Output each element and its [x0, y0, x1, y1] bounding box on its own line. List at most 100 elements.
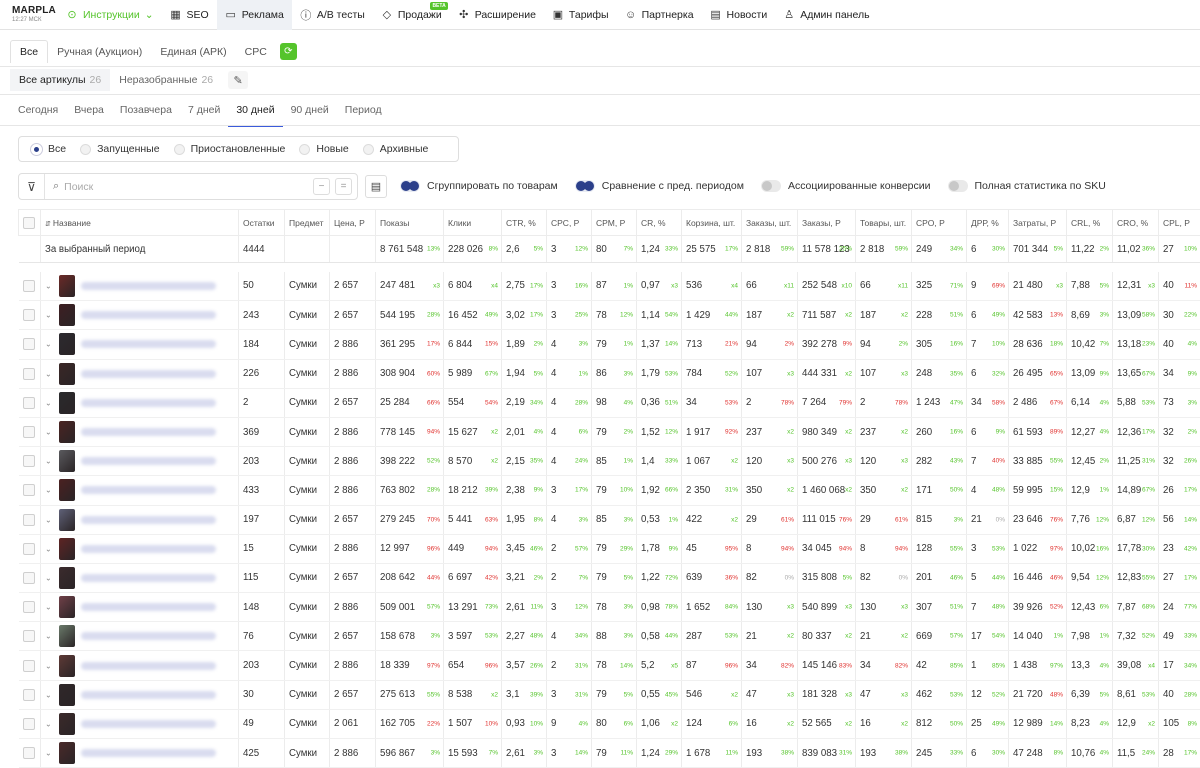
column-header[interactable]: CPO, Р [912, 210, 967, 236]
column-header[interactable]: CPC, Р [547, 210, 592, 236]
row-checkbox[interactable] [23, 397, 35, 409]
product-cell[interactable]: ⌄ [41, 330, 239, 359]
column-header[interactable]: CPM, Р [592, 210, 637, 236]
chevron-down-icon[interactable]: ⌄ [45, 486, 54, 495]
toggle-option[interactable]: Сгруппировать по товарам [400, 180, 558, 192]
column-header[interactable]: Цена, Р [330, 210, 376, 236]
toggle-switch[interactable] [575, 180, 595, 192]
chevron-down-icon[interactable]: ⌄ [45, 398, 54, 407]
table-row[interactable]: ⌄ 425Сумки2 886596 8673%15 5937%2,613%31… [19, 739, 1200, 768]
product-cell[interactable]: ⌄ [41, 739, 239, 768]
chevron-down-icon[interactable]: ⌄ [45, 515, 54, 524]
row-checkbox[interactable] [23, 368, 35, 380]
refresh-icon[interactable]: ⟳ [280, 43, 297, 60]
table-row[interactable]: ⌄ 203Сумки2 88618 33997%65496%3,5726%231… [19, 651, 1200, 680]
export-document-icon[interactable]: ▤ [365, 175, 387, 198]
row-checkbox[interactable] [23, 514, 35, 526]
row-checkbox[interactable] [23, 630, 35, 642]
product-cell[interactable]: ⌄ [41, 622, 239, 651]
tab-unsorted[interactable]: Неразобранные26 [110, 69, 222, 91]
chevron-down-icon[interactable]: ⌄ [45, 311, 54, 320]
chevron-down-icon[interactable]: ⌄ [45, 749, 54, 758]
table-row[interactable]: ⌄ 226Сумки2 886308 90460%5 98967%1,945%4… [19, 359, 1200, 388]
search-input[interactable]: Поиск [64, 181, 313, 193]
chevron-down-icon[interactable]: ⌄ [45, 428, 54, 437]
table-row[interactable]: ⌄ 76Сумки2 657158 6783%3 59753%2,2748%43… [19, 622, 1200, 651]
nav-ab-tests[interactable]: ⓘA/B тесты [292, 0, 373, 30]
column-header[interactable]: CRL, % [1067, 210, 1113, 236]
tab-period[interactable]: 7 дней [180, 100, 228, 127]
tab-period[interactable]: Сегодня [10, 100, 66, 127]
row-checkbox[interactable] [23, 338, 35, 350]
nav-instructions[interactable]: ⊙Инструкции ⌄ [58, 0, 162, 30]
toggle-option[interactable]: Полная статистика по SKU [948, 180, 1106, 192]
chevron-down-icon[interactable]: ⌄ [45, 719, 54, 728]
pencil-icon[interactable]: ✎ [228, 71, 248, 89]
chevron-down-icon[interactable]: ⌄ [45, 544, 54, 553]
product-cell[interactable]: ⌄ [41, 505, 239, 534]
brand-logo[interactable]: MARPLA 12:27 МСК [0, 6, 58, 23]
column-header[interactable]: ⇵ Название [41, 210, 239, 236]
status-radio[interactable]: Архивные [363, 143, 429, 155]
status-radio[interactable]: Новые [299, 143, 348, 155]
nav-tariffs[interactable]: ▣Тарифы [544, 0, 617, 30]
row-checkbox[interactable] [23, 543, 35, 555]
nav-partners[interactable]: ☺Партнерка [617, 0, 702, 30]
row-checkbox[interactable] [23, 484, 35, 496]
table-row[interactable]: ⌄ 15Сумки2 88612 99796%44994%3,4546%257%… [19, 534, 1200, 563]
row-checkbox[interactable] [23, 455, 35, 467]
table-row[interactable]: ⌄ 148Сумки2 886509 00157%13 29173%2,6111… [19, 593, 1200, 622]
row-checkbox[interactable] [23, 689, 35, 701]
table-row[interactable]: ⌄ 433Сумки2 886763 80228%18 21239%2,389%… [19, 476, 1200, 505]
tab-period[interactable]: Вчера [66, 100, 112, 127]
row-checkbox[interactable] [23, 601, 35, 613]
column-header[interactable]: Заказы, шт. [742, 210, 798, 236]
product-cell[interactable]: ⌄ [41, 476, 239, 505]
column-header[interactable]: CR, % [637, 210, 682, 236]
equals-icon[interactable]: = [335, 178, 352, 195]
nav-admin[interactable]: ♙Админ панель [775, 0, 877, 30]
tab-all-articles[interactable]: Все артикулы26 [10, 69, 110, 91]
column-header[interactable]: CRO, % [1113, 210, 1159, 236]
table-row[interactable]: ⌄ 184Сумки2 886361 29517%6 84415%1,892%4… [19, 330, 1200, 359]
table-row[interactable]: ⌄ 243Сумки2 657544 19528%16 45249%3,0217… [19, 301, 1200, 330]
tab-period[interactable]: Период [337, 100, 390, 127]
tab-campaign-all[interactable]: Все [10, 40, 48, 63]
column-header[interactable]: Корзина, шт. [682, 210, 742, 236]
product-cell[interactable]: ⌄ [41, 593, 239, 622]
toggle-option[interactable]: Сравнение с пред. периодом [575, 180, 744, 192]
product-cell[interactable]: ⌄ [41, 301, 239, 330]
column-header[interactable]: Показы [376, 210, 444, 236]
column-header[interactable]: CTR, % [502, 210, 547, 236]
status-radio[interactable]: Приостановленные [174, 143, 286, 155]
table-row[interactable]: ⌄ 115Сумки2 657208 64244%6 69742%3,212%2… [19, 563, 1200, 592]
table-row[interactable]: ⌄ 369Сумки2 886778 14594%15 627x22,014%4… [19, 417, 1200, 446]
table-row[interactable]: ⌄ 49Сумки2 061162 70522%1 50710%0,9310%9… [19, 709, 1200, 738]
row-checkbox[interactable] [23, 280, 35, 292]
row-checkbox[interactable] [23, 718, 35, 730]
column-header[interactable]: Остатки [239, 210, 285, 236]
column-header[interactable]: Заказы, Р [798, 210, 856, 236]
chevron-down-icon[interactable]: ⌄ [45, 281, 54, 290]
chevron-down-icon[interactable]: ⌄ [45, 457, 54, 466]
nav-seo[interactable]: ▦SEO [162, 0, 217, 30]
select-all-checkbox[interactable] [23, 217, 35, 229]
tab-period[interactable]: 90 дней [283, 100, 337, 127]
table-row[interactable]: ⌄ 203Сумки2 886398 22252%8 570x22,1535%4… [19, 447, 1200, 476]
tab-period[interactable]: Позавчера [112, 100, 180, 127]
column-header[interactable]: Затраты, Р [1009, 210, 1067, 236]
product-cell[interactable]: ⌄ [41, 272, 239, 301]
chevron-down-icon[interactable]: ⌄ [45, 340, 54, 349]
tab-period[interactable]: 30 дней [228, 100, 282, 127]
chevron-down-icon[interactable]: ⌄ [45, 369, 54, 378]
column-header[interactable]: Клики [444, 210, 502, 236]
row-checkbox[interactable] [23, 747, 35, 759]
nav-sales[interactable]: ◇ПродажиBETA [373, 0, 450, 30]
tab-campaign-unified[interactable]: Единая (АРК) [151, 41, 235, 63]
column-header[interactable]: ДРР, % [967, 210, 1009, 236]
chevron-down-icon[interactable]: ⌄ [45, 603, 54, 612]
table-row[interactable]: ⌄ 30Сумки2 657275 61355%8 538x23,139%331… [19, 680, 1200, 709]
chevron-down-icon[interactable]: ⌄ [45, 661, 54, 670]
nav-ads[interactable]: ▭Реклама [217, 0, 292, 30]
row-checkbox[interactable] [23, 309, 35, 321]
